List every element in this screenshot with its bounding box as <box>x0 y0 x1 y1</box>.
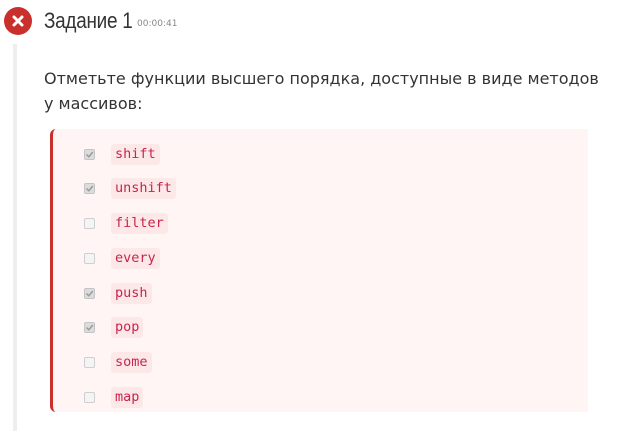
task-page: Задание 1 00:00:41 Отметьте функции высш… <box>0 0 635 431</box>
answer-checkbox[interactable] <box>84 148 95 160</box>
error-x-icon <box>4 7 32 35</box>
task-title: Задание 1 <box>44 8 133 33</box>
answer-checkbox[interactable] <box>84 217 95 229</box>
answer-option-push[interactable]: push <box>84 282 152 304</box>
answer-option-map[interactable]: map <box>84 386 144 408</box>
answer-label: push <box>111 282 152 304</box>
answer-option-shift[interactable]: shift <box>84 143 160 165</box>
answer-label: map <box>111 386 144 408</box>
answer-option-filter[interactable]: filter <box>84 212 168 234</box>
answer-checkbox[interactable] <box>84 252 95 264</box>
answer-checkbox[interactable] <box>84 287 95 299</box>
answer-label: some <box>111 351 152 373</box>
question-text: Отметьте функции высшего порядка, доступ… <box>44 69 599 113</box>
answer-label: filter <box>111 212 168 234</box>
task-rail <box>13 44 17 431</box>
answer-label: every <box>111 247 160 269</box>
answer-option-some[interactable]: some <box>84 351 152 373</box>
answer-label: unshift <box>111 177 176 199</box>
answer-label: pop <box>111 316 144 338</box>
task-timer: 00:00:41 <box>137 19 178 29</box>
answer-checkbox[interactable] <box>84 321 95 333</box>
answer-option-unshift[interactable]: unshift <box>84 177 176 199</box>
answer-option-pop[interactable]: pop <box>84 316 144 338</box>
answer-checkbox[interactable] <box>84 182 95 194</box>
answer-checkbox[interactable] <box>84 356 95 368</box>
answer-label: shift <box>111 143 160 165</box>
answer-checkbox[interactable] <box>84 391 95 403</box>
answer-option-every[interactable]: every <box>84 247 160 269</box>
